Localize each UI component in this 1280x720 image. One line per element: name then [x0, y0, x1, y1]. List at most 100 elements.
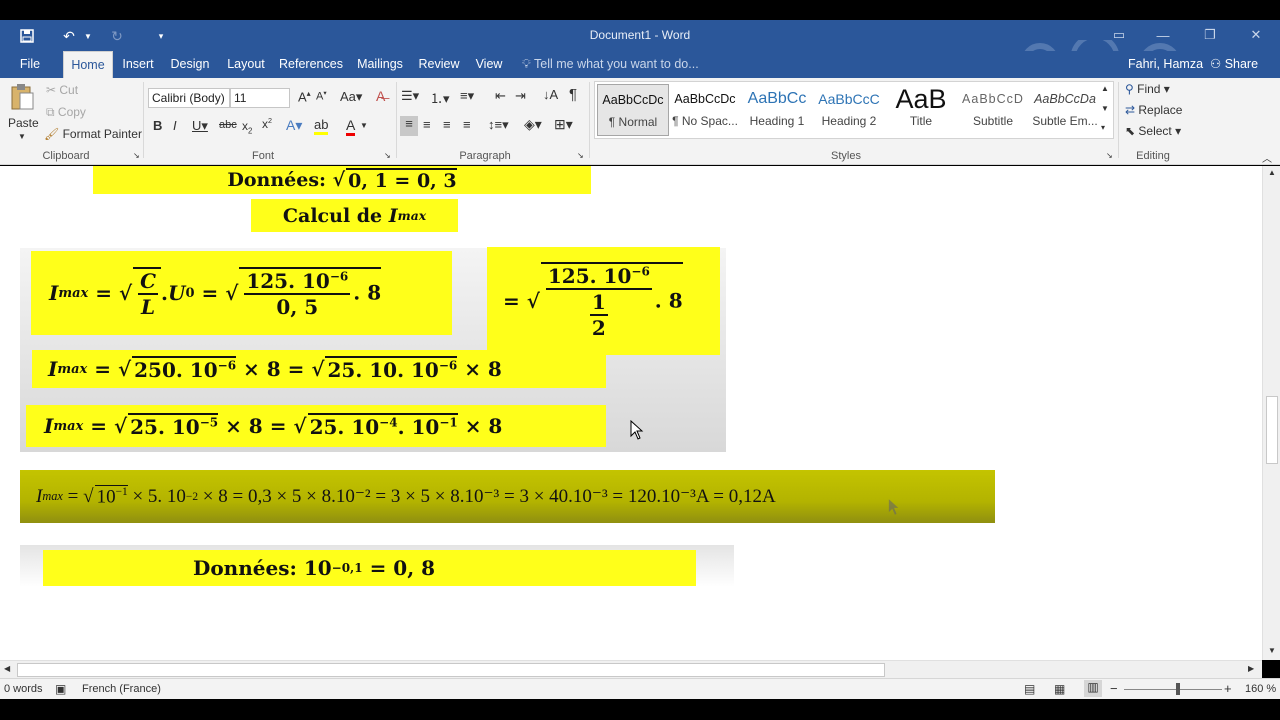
font-size-field[interactable]: 11: [230, 88, 290, 108]
tell-me-search[interactable]: 💡︎ Tell me what you want to do...: [522, 51, 699, 78]
italic-icon[interactable]: I: [173, 118, 177, 133]
bold-icon[interactable]: B: [153, 118, 162, 133]
tab-insert[interactable]: Insert: [117, 51, 159, 78]
equation-imax-formula-3: Imax = √ 250. 10−6 × 8 = √ 25. 10. 10−6 × …: [32, 350, 606, 388]
clear-formatting-icon[interactable]: A̶: [376, 88, 385, 104]
numbering-icon[interactable]: ⒈▾: [430, 88, 450, 107]
tab-layout[interactable]: Layout: [222, 51, 270, 78]
paste-dropdown-icon[interactable]: ▼: [18, 132, 26, 141]
paste-button[interactable]: Paste: [8, 116, 39, 130]
tab-review[interactable]: Review: [416, 51, 462, 78]
style-title[interactable]: AaB Title: [885, 84, 957, 136]
scroll-left-icon[interactable]: ◀: [4, 664, 10, 673]
align-left-icon[interactable]: ≡: [400, 116, 418, 136]
subscript-icon[interactable]: x2: [242, 119, 252, 135]
paste-icon[interactable]: [8, 82, 36, 112]
read-mode-icon[interactable]: ▤: [1024, 682, 1035, 696]
align-right-icon[interactable]: ≡: [443, 117, 451, 132]
ribbon-display-options-icon[interactable]: ▭: [1104, 25, 1134, 45]
bullets-icon[interactable]: ☰▾: [401, 88, 419, 104]
borders-icon[interactable]: ⊞▾: [554, 116, 573, 133]
tab-design[interactable]: Design: [166, 51, 214, 78]
style-heading-1[interactable]: AaBbCc Heading 1: [741, 84, 813, 136]
line-spacing-icon[interactable]: ↕≡▾: [488, 117, 509, 133]
style-no-spacing[interactable]: AaBbCcDc ¶ No Spac...: [669, 84, 741, 136]
tab-home[interactable]: Home: [63, 51, 113, 78]
style-normal[interactable]: AaBbCcDc ¶ Normal: [597, 84, 669, 136]
copy-button: ⧉ Copy: [46, 105, 86, 119]
horizontal-scroll-thumb[interactable]: [17, 663, 885, 677]
vertical-scrollbar[interactable]: ▲ ▼: [1262, 166, 1280, 660]
format-painter-button[interactable]: 🖌︎ Format Painter: [44, 127, 142, 141]
editing-group-label: Editing: [1136, 150, 1170, 162]
styles-launcher-icon[interactable]: ↘: [1106, 151, 1113, 160]
collapse-ribbon-icon[interactable]: ︿: [1262, 150, 1272, 165]
font-name-field[interactable]: Calibri (Body): [148, 88, 230, 108]
cut-button: ✂ Cut: [46, 83, 79, 97]
title-bar: ↶ ▼ ↻ ▾ Document1 - Word ▭ — ❐ ✕: [0, 20, 1280, 85]
zoom-level[interactable]: 160 %: [1245, 683, 1276, 695]
text-effects-icon[interactable]: A▾: [286, 117, 302, 134]
style-subtitle[interactable]: AaBbCcD Subtitle: [957, 84, 1029, 136]
minimize-button[interactable]: —: [1148, 25, 1178, 45]
tab-references[interactable]: References: [278, 51, 344, 78]
change-case-icon[interactable]: Aa▾: [340, 89, 362, 105]
copy-icon: ⧉: [46, 105, 58, 119]
replace-button[interactable]: ⇄ Replace: [1125, 103, 1182, 117]
find-button[interactable]: ⚲ Find ▾: [1125, 82, 1170, 96]
web-layout-icon[interactable]: ▥: [1084, 680, 1102, 697]
equation-imax-formula-4: Imax = √ 25. 10−5 × 8 = √ 25. 10−4. 10−1 ×…: [26, 405, 606, 447]
strikethrough-icon[interactable]: abc: [219, 119, 237, 131]
sort-icon[interactable]: ↓A: [543, 87, 558, 102]
zoom-in-icon[interactable]: +: [1224, 681, 1232, 696]
shading-icon[interactable]: ◈▾: [524, 116, 542, 133]
cursor-arrow-icon: ⬉: [1125, 124, 1139, 138]
decrease-indent-icon[interactable]: ⇤: [495, 88, 506, 104]
document-area[interactable]: Données: √ 0, 1 = 0, 3 Calcul de Imax Ima…: [0, 166, 1262, 660]
style-heading-2[interactable]: AaBbCcC Heading 2: [813, 84, 885, 136]
restore-button[interactable]: ❐: [1195, 25, 1225, 45]
scroll-down-icon[interactable]: ▼: [1268, 646, 1276, 655]
font-launcher-icon[interactable]: ↘: [384, 151, 391, 160]
superscript-icon[interactable]: x2: [262, 116, 272, 131]
paragraph-launcher-icon[interactable]: ↘: [577, 151, 584, 160]
share-button[interactable]: ⚇ Share: [1210, 51, 1258, 78]
font-color-dropdown-icon[interactable]: ▼: [360, 121, 368, 130]
print-layout-icon[interactable]: ▦: [1054, 682, 1065, 696]
highlight-color-icon[interactable]: ab: [314, 117, 329, 135]
grow-font-icon[interactable]: A▴: [298, 89, 311, 104]
styles-scroll-up-icon[interactable]: ▲: [1101, 84, 1109, 93]
zoom-out-icon[interactable]: −: [1110, 681, 1118, 696]
select-button[interactable]: ⬉ Select ▾: [1125, 124, 1181, 138]
styles-group-label: Styles: [831, 150, 861, 162]
style-subtle-emphasis[interactable]: AaBbCcDa Subtle Em...: [1029, 84, 1101, 136]
underline-icon[interactable]: U▾: [192, 118, 208, 134]
styles-scroll-down-icon[interactable]: ▼: [1101, 104, 1109, 113]
zoom-slider[interactable]: [1124, 689, 1222, 690]
multilevel-list-icon[interactable]: ≡▾: [460, 88, 474, 104]
shrink-font-icon[interactable]: A▾: [316, 89, 327, 103]
scroll-right-icon[interactable]: ▶: [1248, 664, 1254, 673]
scroll-up-icon[interactable]: ▲: [1268, 168, 1276, 177]
clipboard-launcher-icon[interactable]: ↘: [133, 151, 140, 160]
styles-gallery: AaBbCcDc ¶ Normal AaBbCcDc ¶ No Spac... …: [594, 81, 1114, 139]
proofing-icon[interactable]: ▣: [55, 682, 66, 696]
tab-mailings[interactable]: Mailings: [352, 51, 408, 78]
person-icon: ⚇: [1210, 57, 1225, 71]
close-button[interactable]: ✕: [1241, 25, 1271, 45]
horizontal-scrollbar[interactable]: ◀ ▶: [0, 660, 1262, 678]
user-name[interactable]: Fahri, Hamza: [1128, 51, 1203, 78]
language-indicator[interactable]: French (France): [82, 683, 161, 695]
equation-result-text: = 0,3 × 5 × 8.10⁻² = 3 × 5 × 8.10⁻³ = 3 …: [232, 486, 776, 507]
increase-indent-icon[interactable]: ⇥: [515, 88, 526, 104]
word-count[interactable]: 0 words: [4, 683, 43, 695]
vertical-scroll-thumb[interactable]: [1266, 396, 1278, 464]
styles-more-icon[interactable]: ▾: [1101, 123, 1105, 132]
tab-view[interactable]: View: [470, 51, 508, 78]
zoom-slider-thumb[interactable]: [1176, 683, 1180, 695]
justify-icon[interactable]: ≡: [463, 117, 471, 132]
tab-file[interactable]: File: [12, 51, 48, 78]
align-center-icon[interactable]: ≡: [423, 117, 431, 132]
font-color-icon[interactable]: A: [346, 117, 356, 136]
show-formatting-marks-icon[interactable]: ¶: [569, 86, 577, 103]
